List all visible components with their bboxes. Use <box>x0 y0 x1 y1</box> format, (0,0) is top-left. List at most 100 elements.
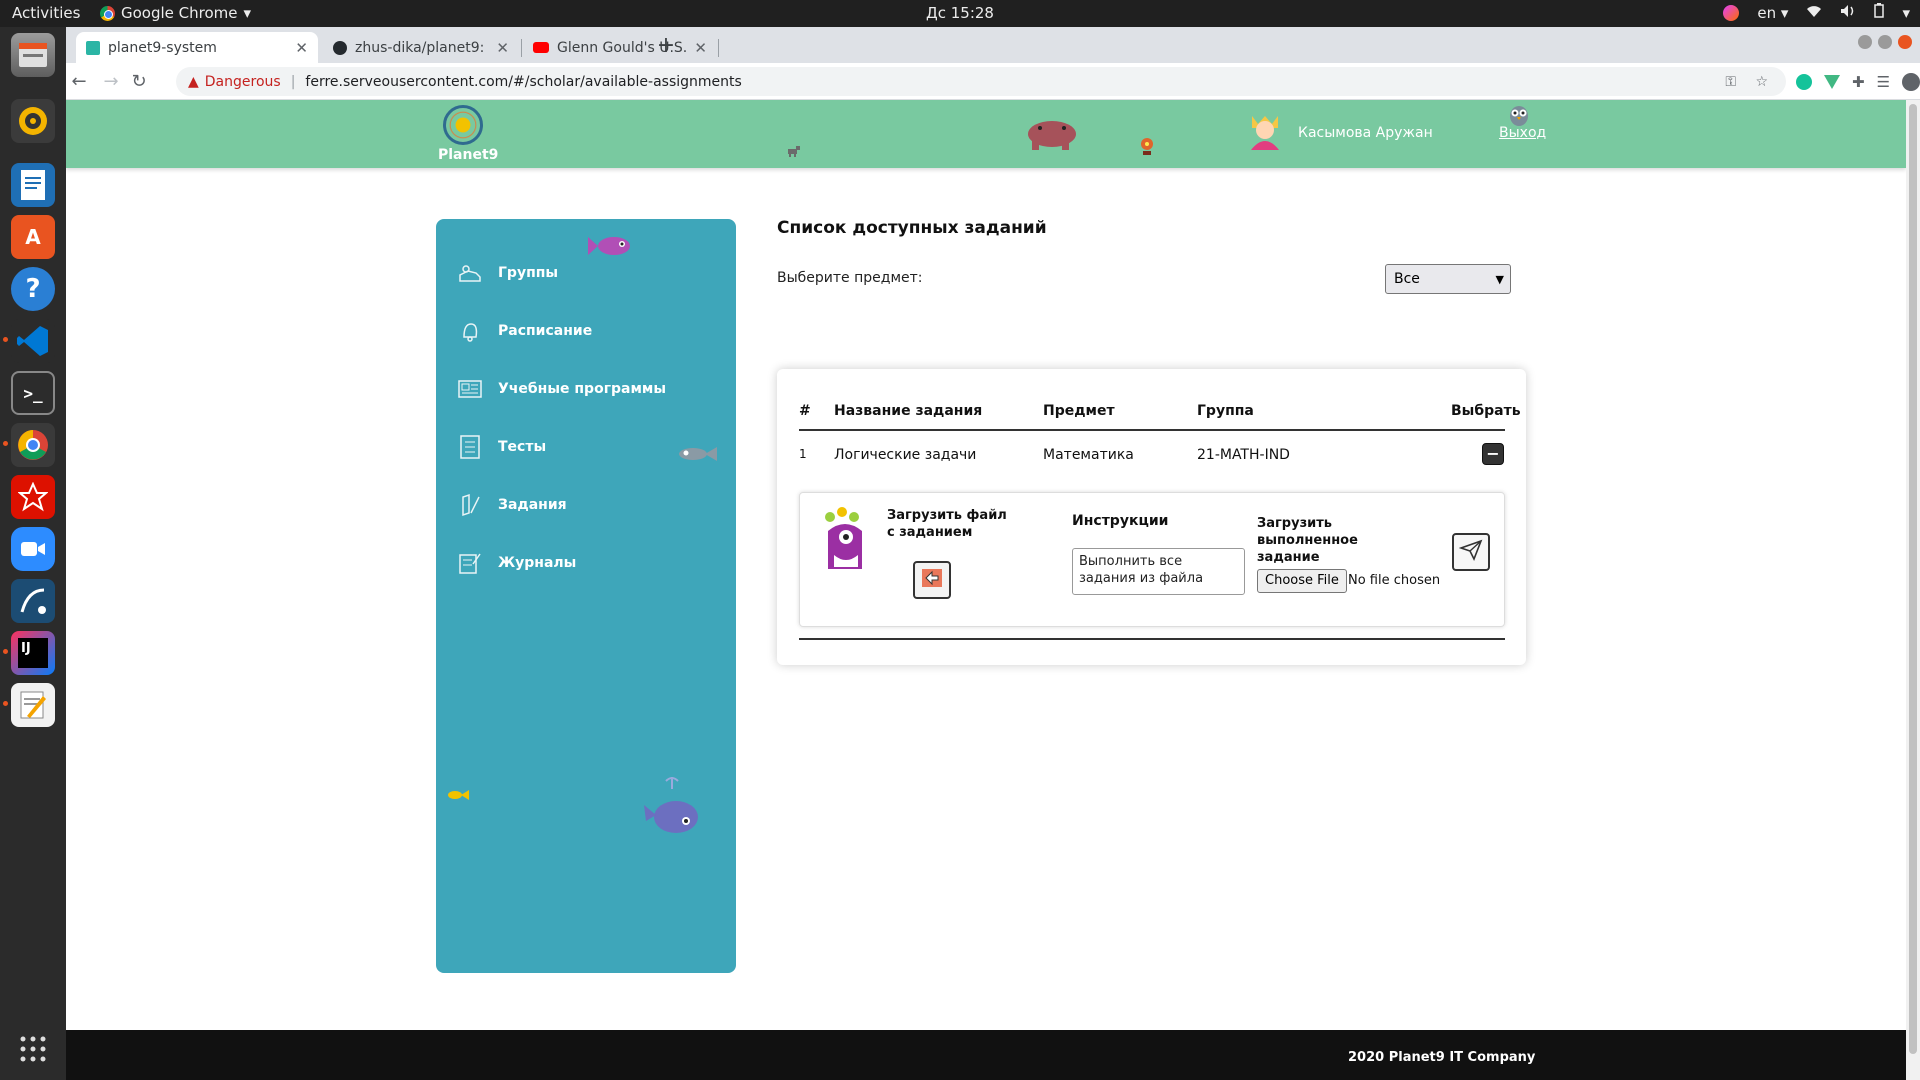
instructions-text: Выполнить все задания из файла <box>1072 548 1245 595</box>
tab-planet9[interactable]: planet9-system ✕ <box>76 32 318 63</box>
address-bar[interactable]: ▲ Dangerous | ferre.serveousercontent.co… <box>176 67 1786 96</box>
new-tab-icon[interactable]: + <box>651 33 681 58</box>
paper-plane-icon <box>1458 539 1483 565</box>
tab-separator <box>521 39 522 57</box>
subject-selected-value: Все <box>1394 271 1420 287</box>
checklist-icon <box>458 435 482 459</box>
page-title: Список доступных заданий <box>777 218 1047 238</box>
mysql-workbench-icon[interactable] <box>11 579 55 623</box>
scrollbar-thumb[interactable] <box>1909 104 1917 1054</box>
software-center-icon[interactable]: A <box>11 215 55 259</box>
choose-file-button[interactable]: Choose File <box>1257 569 1347 593</box>
language-indicator[interactable]: en ▾ <box>1757 4 1788 22</box>
file-status-text: No file chosen <box>1348 573 1441 588</box>
planet-logo-icon <box>443 105 483 145</box>
zoom-icon[interactable] <box>11 527 55 571</box>
journal-icon <box>458 551 482 575</box>
files-icon[interactable] <box>11 33 55 77</box>
grammarly-icon[interactable] <box>1796 73 1812 90</box>
running-indicator <box>3 649 8 654</box>
chrome-dock-icon[interactable] <box>11 423 55 467</box>
close-window-icon[interactable] <box>1898 35 1912 49</box>
sidebar-item-label: Журналы <box>498 555 577 571</box>
writer-icon[interactable] <box>11 163 55 207</box>
dock: A ? >_ IJ <box>0 27 66 1080</box>
sidebar-item-schedule[interactable]: Расписание <box>458 316 592 346</box>
intellij-icon[interactable]: IJ <box>11 631 55 675</box>
github-favicon <box>333 40 347 55</box>
assignments-table-card: # Название задания Предмет Группа Выбрат… <box>777 369 1526 665</box>
vuejs-devtools-icon[interactable] <box>1824 74 1840 89</box>
rhythmbox-icon[interactable] <box>11 99 55 143</box>
help-icon[interactable]: ? <box>11 267 55 311</box>
sidebar-item-assignments[interactable]: Задания <box>458 490 567 520</box>
sidebar-item-label: Тесты <box>498 439 547 455</box>
profile-icon[interactable] <box>1902 72 1920 91</box>
terminal-icon[interactable]: >_ <box>11 371 55 415</box>
user-avatar[interactable] <box>1248 114 1282 154</box>
window-controls <box>1858 35 1912 49</box>
dog-icon <box>786 142 800 161</box>
tab-separator <box>718 39 719 57</box>
app-header: Planet9 Касымова Аружан Выход <box>66 100 1906 168</box>
app-name: Google Chrome <box>121 4 238 22</box>
chevron-down-icon: ▼ <box>1495 272 1504 286</box>
clock[interactable]: Дс 15:28 <box>0 4 1920 22</box>
forward-icon[interactable]: → <box>98 69 124 95</box>
web-page: Planet9 Касымова Аружан Выход Группы Рас… <box>66 100 1906 1080</box>
column-header-number: # <box>799 403 811 419</box>
sidebar-item-curricula[interactable]: Учебные программы <box>458 374 666 404</box>
bird-icon <box>1138 136 1156 162</box>
tab-github[interactable]: zhus-dika/planet9: educa ✕ <box>323 32 519 63</box>
table-bottom-divider <box>799 638 1505 640</box>
table-header-divider <box>799 429 1505 431</box>
subject-filter-label: Выберите предмет: <box>777 270 923 286</box>
chrome-icon <box>100 5 115 21</box>
assignment-group: 21-MATH-IND <box>1197 447 1290 463</box>
assignment-name: Логические задачи <box>834 447 977 463</box>
app-menu[interactable]: Google Chrome ▾ <box>100 4 251 22</box>
activities-button[interactable]: Activities <box>12 4 80 22</box>
subject-select[interactable]: Все ▼ <box>1385 264 1511 294</box>
wolfram-icon[interactable] <box>11 475 55 519</box>
column-header-name: Название задания <box>834 403 983 419</box>
running-indicator <box>3 337 8 342</box>
power-menu-icon[interactable]: ▾ <box>1902 4 1910 22</box>
volume-icon <box>1840 4 1856 22</box>
sidebar-item-groups[interactable]: Группы <box>458 258 558 288</box>
close-tab-icon[interactable]: ✕ <box>295 39 308 57</box>
sidebar-item-tests[interactable]: Тесты <box>458 432 546 462</box>
logout-link[interactable]: Выход <box>1499 125 1546 141</box>
maximize-icon[interactable] <box>1878 35 1892 49</box>
close-tab-icon[interactable]: ✕ <box>694 39 707 57</box>
media-control-icon[interactable]: ☰ <box>1877 73 1890 91</box>
key-icon[interactable]: ⚿ <box>1725 74 1736 90</box>
system-tray[interactable]: en ▾ ▾ <box>1723 3 1910 22</box>
page-scrollbar[interactable] <box>1906 100 1920 1080</box>
battery-icon <box>1874 3 1885 22</box>
bookmark-star-icon[interactable]: ☆ <box>1755 74 1768 90</box>
tab-youtube[interactable]: Glenn Gould's U.S. Tele ✕ <box>523 32 717 63</box>
puzzle-icon[interactable]: ✚ <box>1852 73 1865 91</box>
sidebar-item-journals[interactable]: Журналы <box>458 548 576 578</box>
text-editor-icon[interactable] <box>11 683 55 727</box>
close-tab-icon[interactable]: ✕ <box>496 39 509 57</box>
reload-icon[interactable]: ↻ <box>126 69 152 95</box>
small-fish-icon <box>447 786 469 805</box>
minimize-icon[interactable] <box>1858 35 1872 49</box>
back-icon[interactable]: ← <box>66 69 92 95</box>
fish-icon <box>588 233 640 263</box>
send-submission-button[interactable] <box>1452 533 1490 571</box>
collapse-row-button[interactable]: − <box>1482 443 1504 465</box>
planet9-logo[interactable]: Planet9 <box>438 105 498 163</box>
upload-completed-label: Загрузить выполненное задание <box>1257 516 1358 565</box>
url-text: ferre.serveousercontent.com/#/scholar/av… <box>305 73 742 90</box>
sidebar-item-label: Задания <box>498 497 567 513</box>
tab-title: planet9-system <box>108 39 217 56</box>
users-icon <box>458 261 482 285</box>
vscode-icon[interactable] <box>11 319 55 363</box>
column-header-group: Группа <box>1197 403 1254 419</box>
show-apps-icon[interactable] <box>11 1027 55 1071</box>
download-task-button[interactable] <box>913 561 951 599</box>
tab-title: zhus-dika/planet9: educa <box>355 39 488 56</box>
